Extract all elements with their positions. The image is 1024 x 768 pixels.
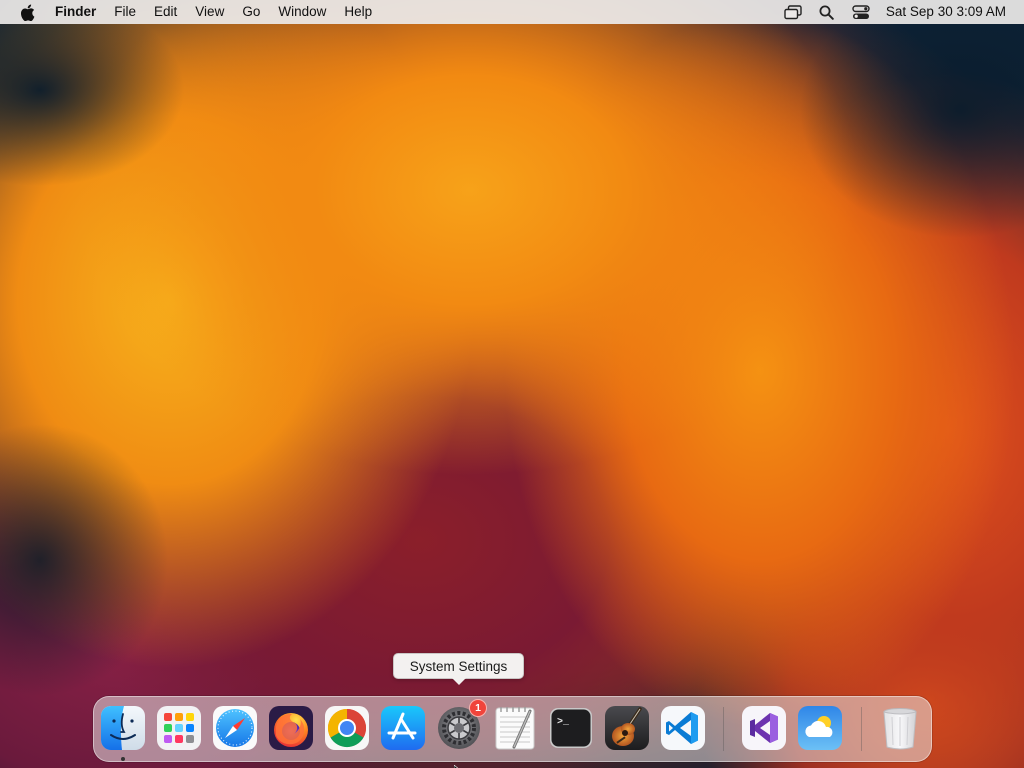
- finder-running-indicator: [121, 757, 125, 761]
- mouse-cursor-icon: [453, 760, 462, 768]
- launchpad-icon[interactable]: [156, 705, 202, 751]
- weather-icon[interactable]: [797, 705, 843, 751]
- garageband-icon[interactable]: [604, 705, 650, 751]
- menu-file[interactable]: File: [105, 0, 145, 24]
- screen-mirroring-icon[interactable]: [776, 0, 810, 24]
- firefox-icon[interactable]: [268, 705, 314, 751]
- app-store-icon[interactable]: [380, 705, 426, 751]
- menu-bar-right: Sat Sep 30 3:09 AM: [776, 0, 1024, 24]
- vscode-icon[interactable]: [660, 705, 706, 751]
- chrome-icon[interactable]: [324, 705, 370, 751]
- dock-separator: [723, 707, 724, 751]
- menu-bar: Finder File Edit View Go Window Help Sat…: [0, 0, 1024, 24]
- notification-badge: 1: [469, 699, 487, 717]
- safari-icon[interactable]: [212, 705, 258, 751]
- control-center-icon[interactable]: [844, 0, 878, 24]
- visual-studio-icon[interactable]: [741, 705, 787, 751]
- menu-app-name[interactable]: Finder: [46, 0, 105, 24]
- menu-window[interactable]: Window: [269, 0, 335, 24]
- menu-edit[interactable]: Edit: [145, 0, 186, 24]
- apple-logo-icon[interactable]: [8, 0, 46, 24]
- dock: 1 >_: [93, 696, 932, 762]
- menu-bar-left: Finder File Edit View Go Window Help: [0, 0, 381, 24]
- dock-separator: [861, 707, 862, 751]
- textedit-icon[interactable]: [492, 705, 538, 751]
- spotlight-search-icon[interactable]: [810, 0, 844, 24]
- menu-view[interactable]: View: [186, 0, 233, 24]
- trash-icon[interactable]: [877, 705, 923, 751]
- menu-help[interactable]: Help: [335, 0, 381, 24]
- menu-go[interactable]: Go: [233, 0, 269, 24]
- menu-bar-clock[interactable]: Sat Sep 30 3:09 AM: [878, 0, 1024, 24]
- dock-tooltip: System Settings: [393, 653, 524, 685]
- finder-icon[interactable]: [100, 705, 146, 751]
- svg-text:>_: >_: [557, 717, 570, 728]
- terminal-icon[interactable]: >_: [548, 705, 594, 751]
- system-settings-icon[interactable]: 1: [436, 699, 487, 751]
